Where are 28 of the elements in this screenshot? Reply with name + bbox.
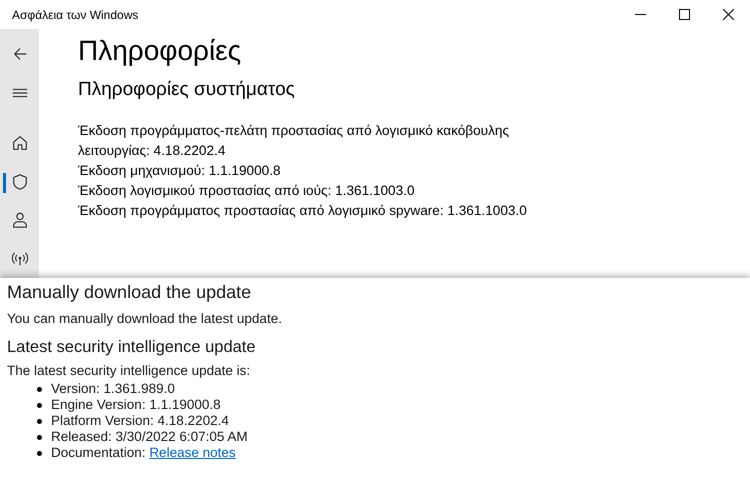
info-line: Έκδοση προγράμματος-πελάτη προστασίας από λογισμικό κακόβουλης λειτουργίας: 4.18.2202.4 <box>78 122 510 160</box>
bullet-icon <box>37 450 42 456</box>
shield-icon <box>10 172 28 191</box>
section-heading: Πληροφορίες συστήματος <box>78 79 296 101</box>
maximize-icon[interactable] <box>679 9 690 20</box>
bullet-icon <box>37 418 42 424</box>
bullet-icon <box>37 402 42 408</box>
info-line: Έκδοση λογισμικού προστασίας από ιούς: 1.361.1003.0 <box>78 182 416 200</box>
section-heading: Manually download the update <box>7 282 252 303</box>
info-line: Έκδοση προγράμματος προστασίας από λογισμικό spyware: 1.361.1003.0 <box>78 202 528 220</box>
section-heading: Latest security intelligence update <box>7 338 257 357</box>
paragraph: The latest security intelligence update is: <box>7 363 252 378</box>
release-notes-link[interactable]: Release notes <box>149 445 236 460</box>
wireless-icon <box>10 250 28 268</box>
window-title: Ασφάλεια των Windows <box>11 8 138 22</box>
list-item: Documentation: Release notes <box>51 445 236 461</box>
page-title: Πληροφορίες <box>78 35 242 68</box>
bullet-icon <box>37 434 42 440</box>
list-item: Version: 1.361.989.0 <box>51 381 175 397</box>
close-icon[interactable] <box>723 9 734 20</box>
info-line: Έκδοση μηχανισμού: 1.1.19000.8 <box>78 162 282 180</box>
list-item: Platform Version: 4.18.2202.4 <box>51 413 229 429</box>
list-item: Released: 3/30/2022 6:07:05 AM <box>51 429 248 445</box>
list-item: Engine Version: 1.1.19000.8 <box>51 397 221 413</box>
paragraph: You can manually download the latest update. <box>7 311 283 326</box>
bullet-icon <box>37 386 42 392</box>
home-icon <box>10 134 28 152</box>
person-icon <box>10 211 28 230</box>
